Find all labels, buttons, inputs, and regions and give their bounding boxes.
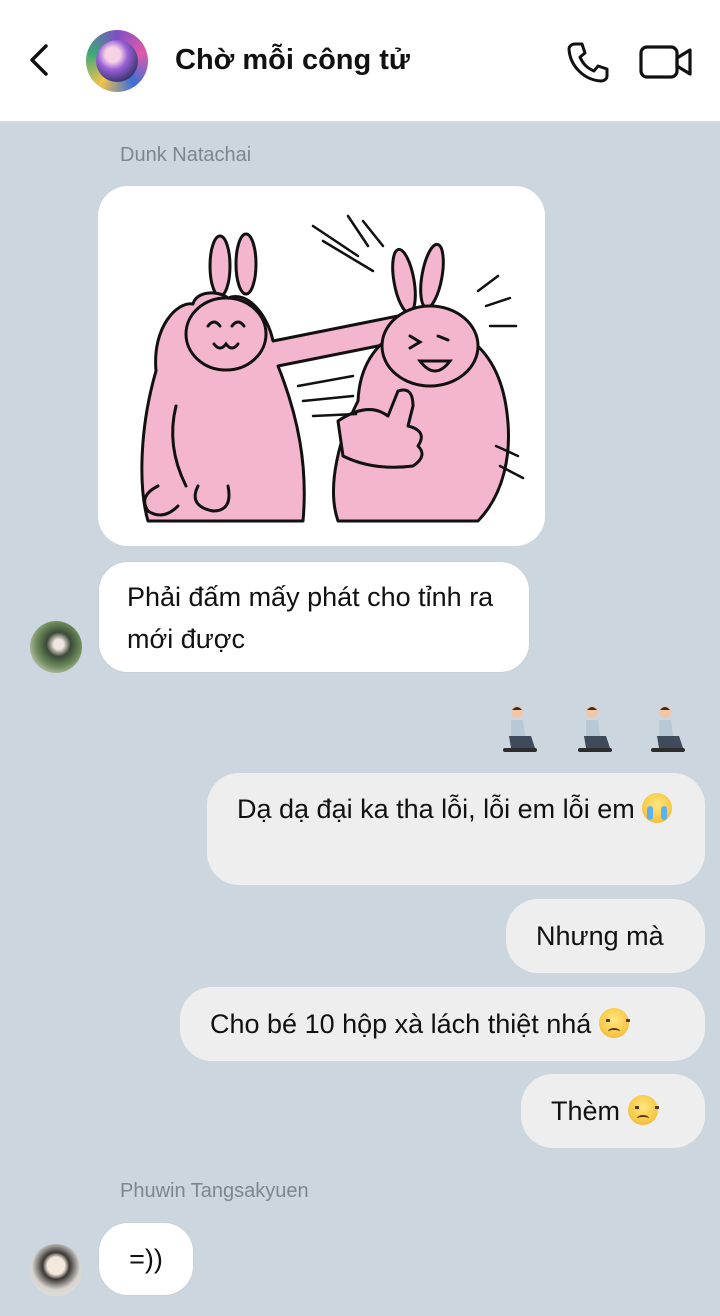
disappointed-face-icon: [627, 1095, 659, 1125]
video-call-button[interactable]: [638, 42, 694, 82]
chat-title[interactable]: Chờ mỗi công tử: [175, 44, 410, 77]
outgoing-message[interactable]: Cho bé 10 hộp xà lách thiệt nhá: [180, 987, 705, 1061]
loudly-crying-face-icon: [642, 793, 673, 823]
disappointed-face-icon: [598, 1008, 630, 1038]
outgoing-message[interactable]: Dạ dạ đại ka tha lỗi, lỗi em lỗi em: [207, 773, 705, 885]
sender-name: Dunk Natachai: [120, 144, 252, 166]
sticker-message[interactable]: [98, 186, 545, 546]
chevron-left-icon: [30, 44, 48, 76]
person-kneeling-icon: [651, 706, 685, 752]
outgoing-message[interactable]: Thèm: [521, 1074, 705, 1148]
pink-rabbit-punch-sticker: [140, 214, 525, 523]
voice-call-button[interactable]: [566, 40, 610, 84]
back-button[interactable]: [24, 40, 56, 80]
outgoing-message[interactable]: Nhưng mà: [506, 899, 705, 973]
avatar[interactable]: [30, 1244, 82, 1296]
person-kneeling-icon: [578, 706, 612, 752]
sender-name: Phuwin Tangsakyuen: [120, 1180, 309, 1202]
video-camera-icon: [639, 45, 692, 79]
incoming-message[interactable]: =)): [98, 1222, 194, 1296]
group-avatar[interactable]: [86, 30, 148, 92]
avatar[interactable]: [30, 621, 82, 673]
chat-header: Chờ mỗi công tử: [0, 0, 720, 122]
phone-icon: [567, 42, 609, 83]
person-kneeling-icon: [503, 706, 537, 752]
message-text: Dạ dạ đại ka tha lỗi, lỗi em lỗi em: [237, 794, 635, 824]
incoming-message[interactable]: Phải đấm mấy phát cho tỉnh ra mới được: [98, 561, 530, 673]
message-text: Cho bé 10 hộp xà lách thiệt nhá: [210, 1009, 592, 1039]
message-text: Thèm: [551, 1096, 621, 1126]
